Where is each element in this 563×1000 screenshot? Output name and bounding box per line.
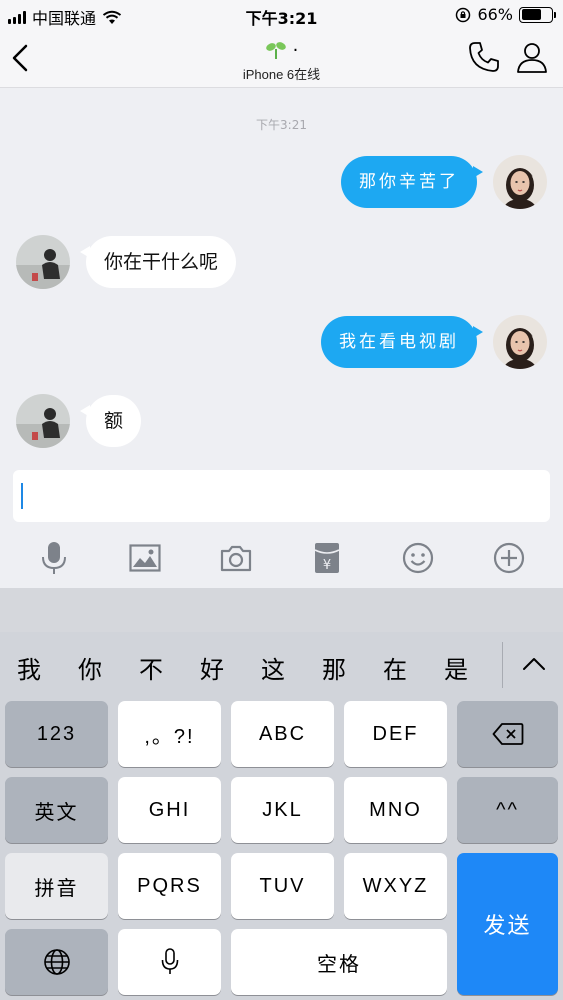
key-dictation[interactable] xyxy=(118,929,221,995)
message-input[interactable] xyxy=(13,470,550,522)
image-icon[interactable] xyxy=(128,541,162,575)
chevron-up-icon[interactable] xyxy=(520,652,548,676)
key-backspace[interactable] xyxy=(457,701,558,767)
candidate-word[interactable]: 不 xyxy=(139,650,163,685)
battery-icon xyxy=(519,6,556,23)
candidate-word[interactable]: 好 xyxy=(200,650,224,685)
battery-percent: 66% xyxy=(477,5,513,24)
status-bar: 中国联通 下午3:21 66% xyxy=(0,0,563,30)
key-punctuation[interactable]: ,。?! xyxy=(118,701,221,767)
my-avatar-image xyxy=(493,155,547,209)
message-bubble[interactable]: 我在看电视剧 xyxy=(321,316,483,368)
phone-icon[interactable] xyxy=(467,40,501,74)
rotation-lock-icon xyxy=(456,7,471,22)
message-row: 那你辛苦了 xyxy=(341,155,547,209)
microphone-icon xyxy=(161,948,178,974)
svg-text:¥: ¥ xyxy=(323,558,331,573)
key-jkl[interactable]: JKL xyxy=(231,777,334,843)
profile-icon[interactable] xyxy=(515,40,549,74)
globe-icon xyxy=(43,949,70,975)
key-globe[interactable] xyxy=(5,929,108,995)
candidate-word[interactable]: 在 xyxy=(383,650,407,685)
avatar[interactable] xyxy=(493,155,547,209)
key-123[interactable]: 123 xyxy=(5,701,108,767)
candidate-bar: 我 你 不 好 这 那 在 是 xyxy=(0,632,563,696)
text-cursor xyxy=(21,483,23,509)
emoji-icon[interactable] xyxy=(401,541,435,575)
plus-icon[interactable] xyxy=(492,541,526,575)
key-pinyin[interactable]: 拼音 xyxy=(5,853,108,919)
avatar[interactable] xyxy=(16,235,70,289)
chat-area[interactable]: 下午3:21 那你辛苦了 你在干什么呢 我在看电视剧 额 xyxy=(0,88,563,463)
key-english[interactable]: 英文 xyxy=(5,777,108,843)
key-ghi[interactable]: GHI xyxy=(118,777,221,843)
candidate-word[interactable]: 那 xyxy=(322,650,346,685)
key-emoticon[interactable]: ^^ xyxy=(457,777,558,843)
candidate-word[interactable]: 是 xyxy=(444,650,468,685)
my-avatar-image xyxy=(493,315,547,369)
contact-avatar-image xyxy=(16,235,70,289)
key-def[interactable]: DEF xyxy=(344,701,447,767)
key-mno[interactable]: MNO xyxy=(344,777,447,843)
keyboard-top-gap xyxy=(0,588,563,632)
message-bubble[interactable]: 那你辛苦了 xyxy=(341,156,483,208)
contact-name: · xyxy=(292,39,299,61)
key-wxyz[interactable]: WXYZ xyxy=(344,853,447,919)
avatar[interactable] xyxy=(493,315,547,369)
sprout-icon xyxy=(265,42,286,59)
candidate-divider xyxy=(502,642,503,688)
candidate-word[interactable]: 我 xyxy=(17,650,41,685)
key-space[interactable]: 空格 xyxy=(231,929,447,995)
message-row: 你在干什么呢 xyxy=(16,235,237,289)
backspace-icon xyxy=(492,723,523,745)
candidate-word[interactable]: 这 xyxy=(261,650,285,685)
key-tuv[interactable]: TUV xyxy=(231,853,334,919)
chat-toolbar: ¥ xyxy=(0,530,563,586)
camera-icon[interactable] xyxy=(219,541,253,575)
contact-avatar-image xyxy=(16,394,70,448)
candidate-word[interactable]: 你 xyxy=(78,650,102,685)
key-pqrs[interactable]: PQRS xyxy=(118,853,221,919)
message-bubble[interactable]: 额 xyxy=(79,395,142,447)
message-timestamp: 下午3:21 xyxy=(256,118,307,132)
microphone-icon[interactable] xyxy=(37,541,71,575)
message-row: 我在看电视剧 xyxy=(321,315,547,369)
avatar[interactable] xyxy=(16,394,70,448)
send-button[interactable]: 发送 xyxy=(457,853,558,995)
red-packet-icon[interactable]: ¥ xyxy=(310,541,344,575)
keyboard: 123 ,。?! ABC DEF 英文 GHI JKL MNO ^^ 拼音 PQ… xyxy=(0,696,563,1000)
message-bubble[interactable]: 你在干什么呢 xyxy=(79,236,237,288)
nav-bar: · iPhone 6在线 xyxy=(0,30,563,88)
key-abc[interactable]: ABC xyxy=(231,701,334,767)
message-row: 额 xyxy=(16,394,142,448)
